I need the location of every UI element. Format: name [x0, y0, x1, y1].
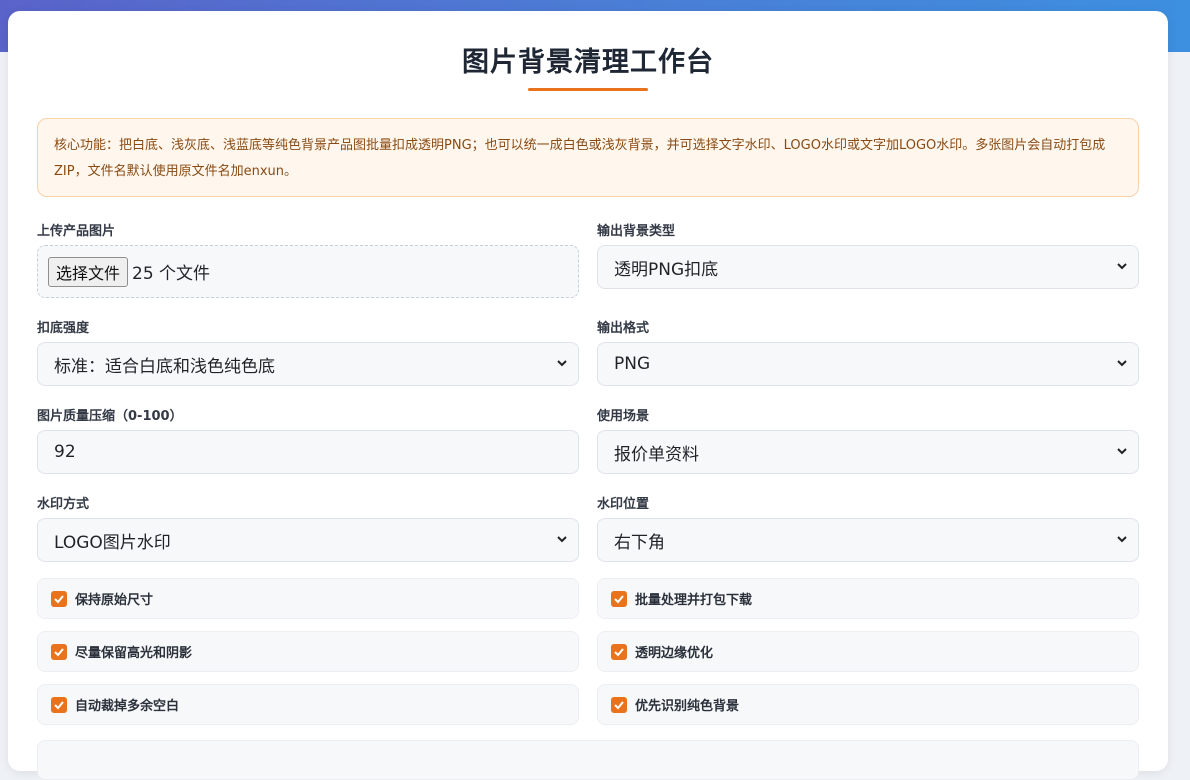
option-auto-crop[interactable]: 自动裁掉多余空白 — [37, 684, 579, 725]
title-underline — [528, 88, 648, 91]
option-label: 透明边缘优化 — [635, 646, 714, 661]
bg-type-value: 透明PNG扣底 — [614, 259, 719, 280]
upload-label: 上传产品图片 — [37, 224, 116, 239]
checkbox-checked[interactable] — [51, 643, 67, 660]
option-label: 尽量保留高光和阴影 — [75, 646, 193, 661]
quality-value: 92 — [54, 442, 76, 462]
watermark-position-label: 水印位置 — [597, 497, 650, 512]
chevron-down-icon — [1117, 360, 1127, 367]
option-keep-shadow[interactable]: 尽量保留高光和阴影 — [37, 631, 579, 672]
info-notice: 核心功能：把白底、浅灰底、浅蓝底等纯色背景产品图批量扣成透明PNG；也可以统一成… — [37, 118, 1139, 197]
watermark-position-select[interactable]: 右下角 — [597, 518, 1139, 562]
checkbox-checked[interactable] — [51, 696, 67, 713]
watermark-mode-select[interactable]: LOGO图片水印 — [37, 518, 579, 562]
check-icon — [54, 647, 64, 656]
checkbox-checked[interactable] — [611, 590, 627, 607]
format-label: 输出格式 — [597, 321, 650, 336]
check-icon — [54, 700, 64, 709]
check-icon — [54, 594, 64, 603]
scene-label: 使用场景 — [597, 409, 650, 424]
option-keep-size[interactable]: 保持原始尺寸 — [37, 578, 579, 619]
chevron-down-icon — [1117, 536, 1127, 543]
format-select[interactable]: PNG — [597, 342, 1139, 386]
check-icon — [614, 594, 624, 603]
checkbox-checked[interactable] — [51, 590, 67, 607]
watermark-mode-label: 水印方式 — [37, 497, 90, 512]
bottom-panel — [37, 740, 1139, 780]
scene-select[interactable]: 报价单资料 — [597, 430, 1139, 474]
watermark-mode-value: LOGO图片水印 — [54, 532, 171, 553]
option-batch-zip[interactable]: 批量处理并打包下载 — [597, 578, 1139, 619]
chevron-down-icon — [557, 536, 567, 543]
quality-label: 图片质量压缩（0-100） — [37, 409, 183, 424]
option-label: 优先识别纯色背景 — [635, 699, 740, 714]
bg-type-select[interactable]: 透明PNG扣底 — [597, 245, 1139, 289]
strength-label: 扣底强度 — [37, 321, 90, 336]
option-edge-optimize[interactable]: 透明边缘优化 — [597, 631, 1139, 672]
checkbox-checked[interactable] — [611, 696, 627, 713]
option-label: 保持原始尺寸 — [75, 593, 154, 608]
choose-file-button[interactable]: 选择文件 — [48, 256, 129, 287]
check-icon — [614, 700, 624, 709]
strength-select[interactable]: 标准：适合白底和浅色纯色底 — [37, 342, 579, 386]
bg-type-label: 输出背景类型 — [597, 224, 676, 239]
chevron-down-icon — [1117, 448, 1127, 455]
option-label: 批量处理并打包下载 — [635, 593, 753, 608]
chevron-down-icon — [557, 360, 567, 367]
option-solid-bg-detect[interactable]: 优先识别纯色背景 — [597, 684, 1139, 725]
strength-value: 标准：适合白底和浅色纯色底 — [54, 356, 275, 377]
chevron-down-icon — [1117, 263, 1127, 270]
page-title: 图片背景清理工作台 — [462, 47, 714, 78]
upload-file-input[interactable]: 选择文件 25 个文件 — [37, 245, 579, 298]
format-value: PNG — [614, 354, 651, 374]
quality-input[interactable]: 92 — [37, 430, 579, 474]
option-label: 自动裁掉多余空白 — [75, 699, 180, 714]
check-icon — [614, 647, 624, 656]
checkbox-checked[interactable] — [611, 643, 627, 660]
watermark-position-value: 右下角 — [614, 532, 665, 553]
file-count-text: 25 个文件 — [132, 264, 211, 284]
scene-value: 报价单资料 — [614, 444, 699, 465]
